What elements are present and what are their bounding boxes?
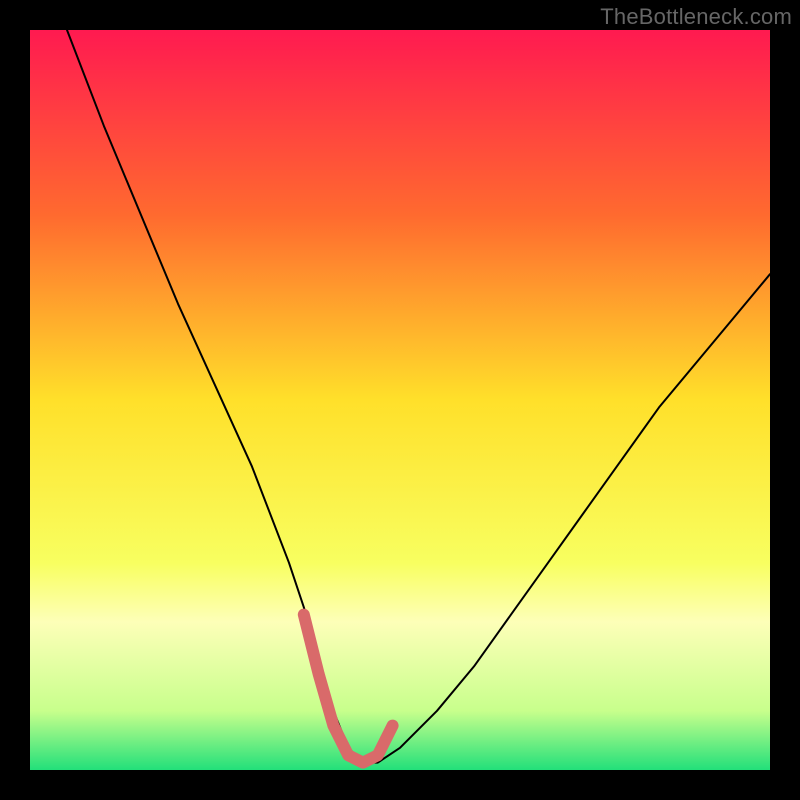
- plot-area: [30, 30, 770, 770]
- chart-svg: [30, 30, 770, 770]
- watermark-text: TheBottleneck.com: [600, 4, 792, 30]
- chart-frame: TheBottleneck.com: [0, 0, 800, 800]
- gradient-background: [30, 30, 770, 770]
